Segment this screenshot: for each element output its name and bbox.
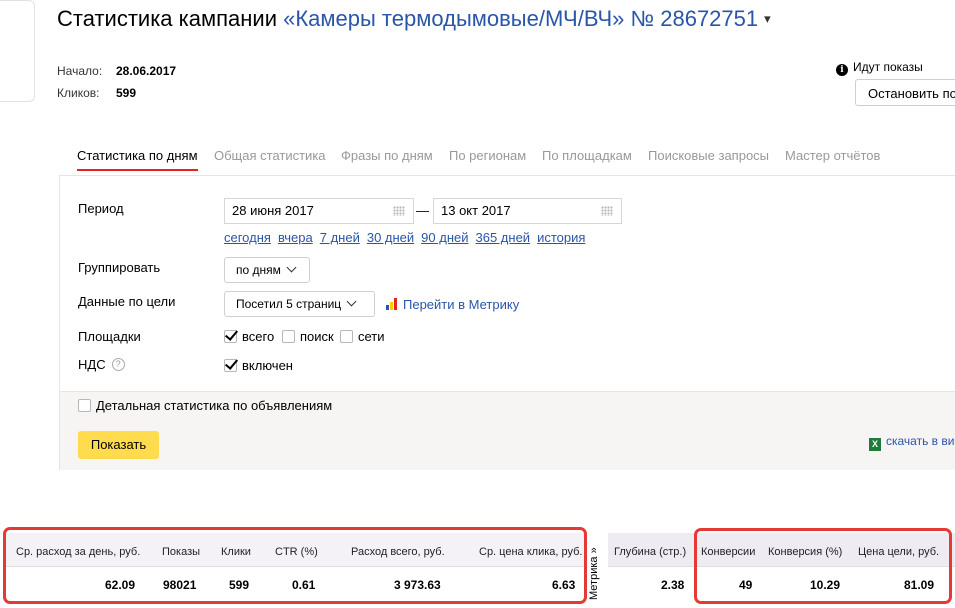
platform-all-checkbox[interactable] — [224, 330, 237, 343]
download-link[interactable]: Xскачать в ви — [869, 434, 954, 451]
date-to-value: 13 окт 2017 — [441, 203, 511, 218]
period-link-today[interactable]: сегодня — [224, 230, 271, 245]
title-prefix: Статистика кампании — [57, 6, 277, 31]
metrika-icon — [386, 298, 398, 310]
clicks-value: 599 — [116, 86, 137, 100]
th-depth: Глубина (стр.) — [614, 546, 687, 558]
metrika-link-text: Перейти в Метрику — [403, 297, 520, 312]
tab-report-wizard[interactable]: Мастер отчётов — [785, 148, 880, 163]
help-icon[interactable]: ? — [111, 358, 125, 371]
status-text: Идут показы — [853, 60, 923, 74]
period-link-365-days[interactable]: 365 дней — [476, 230, 531, 245]
td-depth: 2.38 — [661, 578, 685, 592]
calendar-icon[interactable] — [601, 206, 613, 216]
vat-label-wrap: НДС? — [78, 357, 125, 372]
campaign-status: i Идут показы — [836, 60, 923, 76]
chevron-down-icon — [286, 262, 297, 273]
chevron-down-icon — [346, 296, 357, 307]
platform-networks-checkbox[interactable] — [340, 330, 353, 343]
date-from-input[interactable]: 28 июня 2017 — [224, 198, 414, 224]
vat-checkbox[interactable] — [224, 359, 237, 372]
group-value: по дням — [236, 263, 281, 277]
platform-all-label: всего — [242, 329, 275, 344]
excel-icon: X — [869, 438, 881, 451]
tab-phrases-by-day[interactable]: Фразы по дням — [341, 148, 433, 163]
tab-daily-stats[interactable]: Статистика по дням — [77, 148, 198, 171]
platforms-label: Площадки — [78, 329, 141, 344]
platform-search-checkbox[interactable] — [282, 330, 295, 343]
period-link-history[interactable]: история — [537, 230, 585, 245]
detailed-stats-checkbox[interactable] — [78, 399, 91, 412]
highlight-frame-right — [694, 528, 952, 604]
metrika-toggle[interactable]: Метрика » — [588, 547, 600, 600]
date-to-input[interactable]: 13 окт 2017 — [433, 198, 622, 224]
group-label: Группировать — [78, 260, 161, 275]
tab-general-stats[interactable]: Общая статистика — [214, 148, 326, 163]
page-title: Статистика кампании «Камеры термодымовые… — [57, 6, 771, 32]
calendar-icon[interactable] — [393, 206, 405, 216]
detailed-stats-label: Детальная статистика по объявлениям — [96, 398, 333, 413]
campaign-dropdown-icon[interactable]: ▾ — [764, 11, 771, 26]
campaign-number[interactable]: № 28672751 — [631, 6, 759, 31]
goal-value: Посетил 5 страниц — [236, 297, 342, 311]
download-link-text: скачать в ви — [886, 434, 955, 448]
quick-period-links: сегодня вчера 7 дней 30 дней 90 дней 365 дней… — [224, 230, 592, 245]
platform-search-label: поиск — [300, 329, 334, 344]
goal-label: Данные по цели — [78, 294, 176, 309]
goal-select[interactable]: Посетил 5 страниц — [224, 291, 375, 317]
start-label: Начало: — [57, 64, 103, 78]
tab-by-region[interactable]: По регионам — [449, 148, 526, 163]
vat-value-label: включен — [242, 358, 293, 373]
side-card — [0, 0, 35, 102]
platform-networks-label: сети — [358, 329, 385, 344]
tab-search-queries[interactable]: Поисковые запросы — [648, 148, 769, 163]
period-link-yesterday[interactable]: вчера — [278, 230, 313, 245]
info-icon: i — [836, 64, 848, 76]
period-link-30-days[interactable]: 30 дней — [367, 230, 414, 245]
clicks-label: Кликов: — [57, 86, 100, 100]
highlight-frame-left — [3, 527, 587, 604]
tab-by-platform[interactable]: По площадкам — [542, 148, 632, 163]
vat-label: НДС — [78, 357, 106, 372]
period-label: Период — [78, 201, 124, 216]
show-button[interactable]: Показать — [78, 431, 159, 459]
period-link-7-days[interactable]: 7 дней — [320, 230, 360, 245]
date-from-value: 28 июня 2017 — [232, 203, 314, 218]
date-separator: — — [416, 203, 429, 218]
stop-campaign-button[interactable]: Остановить по — [855, 79, 955, 106]
start-value: 28.06.2017 — [116, 64, 177, 78]
period-link-90-days[interactable]: 90 дней — [421, 230, 468, 245]
group-select[interactable]: по дням — [224, 257, 310, 283]
campaign-name[interactable]: «Камеры термодымовые/МЧ/ВЧ» — [283, 6, 624, 31]
metrika-link[interactable]: Перейти в Метрику — [386, 297, 519, 312]
